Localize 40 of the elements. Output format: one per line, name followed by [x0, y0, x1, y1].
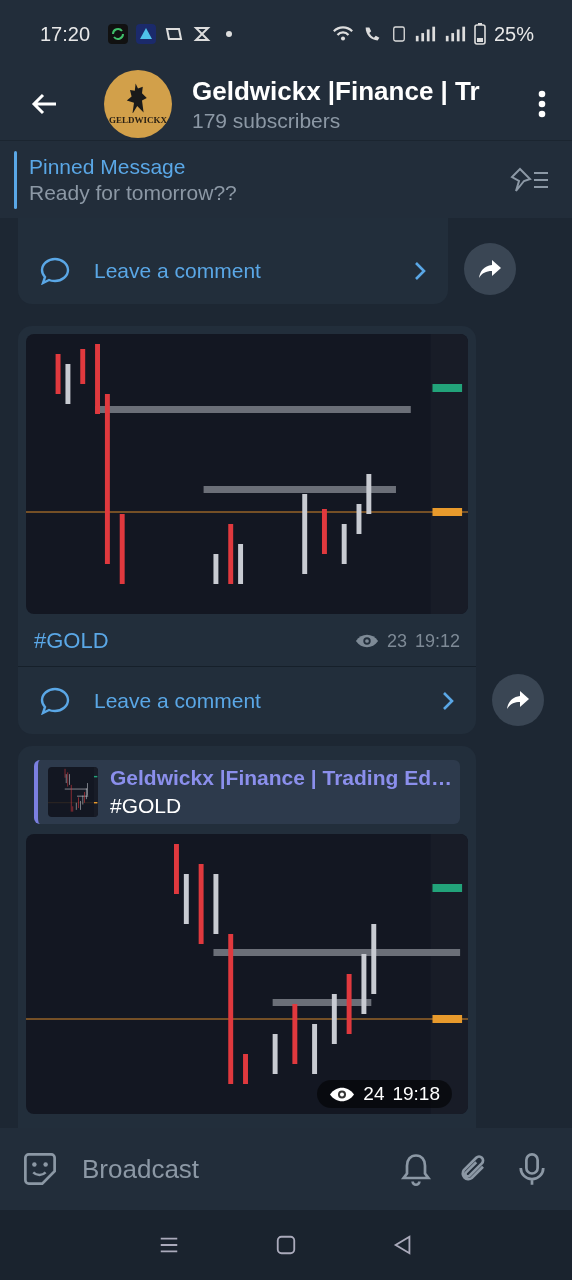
- signal-icon: [413, 24, 436, 44]
- triangle-app-icon: [136, 24, 157, 44]
- hashtag-link[interactable]: #GOLD: [34, 628, 349, 654]
- leave-comment-button[interactable]: Leave a comment: [18, 218, 448, 304]
- pinned-text: Ready for tomorrow??: [29, 180, 238, 205]
- share-arrow-icon: [506, 690, 530, 710]
- message-time: 19:12: [414, 630, 460, 652]
- home-square-icon[interactable]: [275, 1234, 297, 1256]
- chevron-right-icon: [442, 690, 454, 711]
- sticker-icon[interactable]: [22, 1151, 58, 1187]
- more-menu-icon[interactable]: [538, 90, 546, 118]
- view-count: 23: [386, 630, 407, 652]
- views-eye-icon: [329, 1085, 356, 1103]
- channel-avatar[interactable]: GELDWICKX: [104, 70, 172, 138]
- channel-title[interactable]: Geldwickx |Finance | Tr: [192, 75, 518, 107]
- comment-bubble-icon: [40, 257, 70, 285]
- leave-comment-button[interactable]: Leave a comment: [18, 666, 476, 734]
- pinned-label: Pinned Message: [29, 154, 187, 179]
- pinned-message-bar[interactable]: Pinned Message Ready for tomorrow??: [0, 140, 572, 218]
- subscriber-count: 179 subscribers: [192, 108, 342, 133]
- reply-text: #GOLD: [110, 794, 183, 818]
- back-arrow-icon[interactable]: [30, 92, 58, 116]
- chevron-right-icon: [414, 261, 426, 281]
- signal-icon: [443, 24, 466, 44]
- status-time: 17:20: [40, 22, 91, 46]
- comment-bubble-icon: [40, 686, 70, 715]
- battery-percent: 25%: [493, 22, 534, 46]
- reply-author: Geldwickx |Finance | Trading Ed…: [110, 766, 450, 790]
- view-count: 24: [363, 1083, 385, 1105]
- notification-dot-icon: [226, 31, 233, 37]
- views-eye-icon: [354, 633, 379, 649]
- reply-quote[interactable]: Geldwickx |Finance | Trading Ed… #GOLD: [34, 760, 460, 824]
- avatar-label: GELDWICKX: [109, 115, 167, 125]
- pin-list-icon[interactable]: [510, 166, 550, 193]
- message-time: 19:18: [392, 1083, 440, 1105]
- battery-icon: [473, 23, 486, 45]
- share-arrow-icon: [478, 259, 502, 279]
- share-button[interactable]: [464, 243, 516, 295]
- sync-app-icon: [108, 24, 129, 44]
- share-button[interactable]: [492, 674, 544, 726]
